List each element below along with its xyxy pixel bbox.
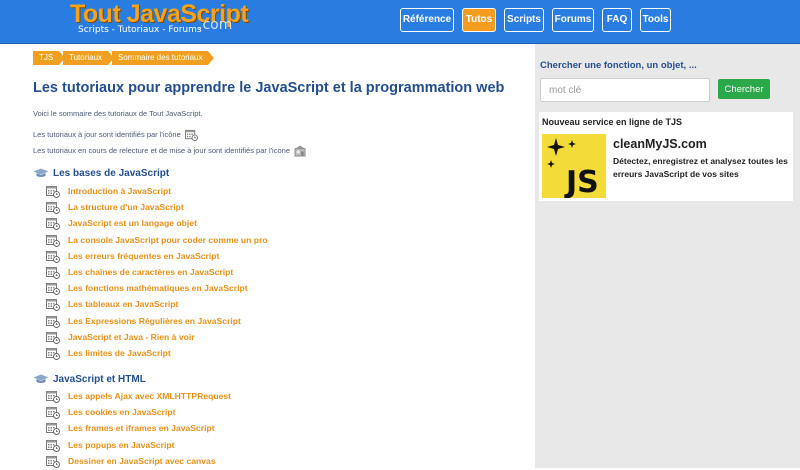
calendar-clock-icon — [46, 347, 60, 360]
search-button[interactable]: Chercher — [718, 79, 770, 99]
calendar-clock-icon — [46, 234, 60, 247]
calendar-clock-icon — [46, 299, 60, 312]
tutorial-link[interactable]: JavaScript est un langage objet — [68, 218, 197, 228]
tutorial-link[interactable]: Dessiner en JavaScript avec canvas — [68, 456, 216, 466]
intro-text: Voici le sommaire des tutoriaux de Tout … — [33, 109, 203, 118]
calendar-clock-icon — [46, 331, 60, 344]
promo-logo-text: JS — [564, 165, 599, 198]
calendar-clock-icon — [46, 439, 60, 452]
calendar-clock-icon — [46, 391, 60, 403]
graduation-cap-icon — [33, 168, 49, 178]
site-header: Tout JavaScript Scripts - Tutoriaux - Fo… — [0, 0, 800, 44]
tutorial-link[interactable]: La structure d'un JavaScript — [68, 202, 184, 212]
tutorial-link[interactable]: Les frames et iframes en JavaScript — [68, 423, 215, 433]
tutorial-link[interactable]: Les tableaux en JavaScript — [68, 299, 178, 309]
logo-tld: .com — [198, 17, 233, 33]
promo-card[interactable]: Nouveau service en ligne de TJS JS clean… — [539, 112, 793, 201]
sidebar: Chercher une fonction, un objet, ... Che… — [535, 44, 800, 468]
nav-tools[interactable]: Tools — [640, 8, 671, 32]
tutorial-link[interactable]: Introduction à JavaScript — [68, 186, 171, 196]
graduation-cap-icon — [33, 374, 49, 384]
breadcrumb-tjs[interactable]: TJS — [33, 51, 66, 65]
cleanmyjs-logo: JS — [542, 134, 606, 198]
tutorial-link[interactable]: Les Expressions Régulières en JavaScript — [68, 316, 241, 326]
page-title: Les tutoriaux pour apprendre le JavaScri… — [33, 80, 505, 96]
logo-subtitle: Scripts - Tutoriaux - Forums — [78, 25, 202, 35]
search-input[interactable] — [540, 78, 710, 102]
tutorial-link[interactable]: Les appels Ajax avec XMLHTTPRequest — [68, 391, 231, 401]
calendar-clock-icon — [46, 315, 60, 328]
calendar-clock-icon — [46, 455, 60, 468]
section-title-text: JavaScript et HTML — [53, 374, 146, 385]
tutorial-link[interactable]: Les erreurs fréquentes en JavaScript — [68, 251, 219, 261]
calendar-clock-icon — [46, 407, 60, 420]
tutorial-link[interactable]: Les fonctions mathématiques en JavaScrip… — [68, 283, 248, 293]
section-title-bases: Les bases de JavaScript — [33, 168, 169, 179]
nav-scripts[interactable]: Scripts — [504, 8, 544, 32]
calendar-clock-icon — [46, 202, 60, 215]
search-label: Chercher une fonction, un objet, ... — [540, 60, 697, 71]
legend-review-text: Les tutoriaux en cours de relecture et d… — [33, 145, 290, 155]
legend-review: Les tutoriaux en cours de relecture et d… — [33, 145, 307, 157]
nav-reference[interactable]: Référence — [400, 8, 454, 32]
promo-description: Détectez, enregistrez et analysez toutes… — [613, 156, 788, 179]
calendar-clock-icon — [46, 266, 60, 279]
tutorial-link[interactable]: Les limites de JavaScript — [68, 348, 171, 358]
nav-tutos[interactable]: Tutos — [462, 8, 496, 32]
site-logo[interactable]: Tout JavaScript Scripts - Tutoriaux - Fo… — [70, 0, 250, 40]
breadcrumb-tutoriaux[interactable]: Tutoriaux — [63, 51, 115, 65]
section-title-text: Les bases de JavaScript — [53, 168, 170, 179]
calendar-clock-icon — [46, 250, 60, 263]
calendar-clock-icon — [46, 423, 60, 436]
promo-heading: Nouveau service en ligne de TJS — [542, 117, 683, 127]
tutorial-link[interactable]: Les cookies en JavaScript — [68, 407, 175, 417]
calendar-clock-icon — [46, 186, 60, 198]
tutorial-link[interactable]: JavaScript et Java - Rien à voir — [68, 332, 195, 342]
calendar-clock-icon — [46, 218, 60, 231]
section-title-html: JavaScript et HTML — [33, 374, 146, 385]
promo-name: cleanMyJS.com — [613, 137, 707, 151]
legend-updated-text: Les tutoriaux à jour sont identifiés par… — [33, 129, 181, 139]
nav-faq[interactable]: FAQ — [602, 8, 632, 32]
construction-icon — [294, 145, 306, 157]
tutorial-link[interactable]: La console JavaScript pour coder comme u… — [68, 235, 268, 245]
legend-updated: Les tutoriaux à jour sont identifiés par… — [33, 129, 198, 141]
breadcrumb-sommaire[interactable]: Sommaire des tutoriaux — [112, 51, 216, 65]
tutorial-link[interactable]: Les popups en JavaScript — [68, 440, 175, 450]
calendar-clock-icon — [46, 283, 60, 296]
calendar-clock-icon — [184, 129, 198, 141]
tutorial-link[interactable]: Les chaînes de caractères en JavaScript — [68, 267, 233, 277]
nav-forums[interactable]: Forums — [552, 8, 594, 32]
